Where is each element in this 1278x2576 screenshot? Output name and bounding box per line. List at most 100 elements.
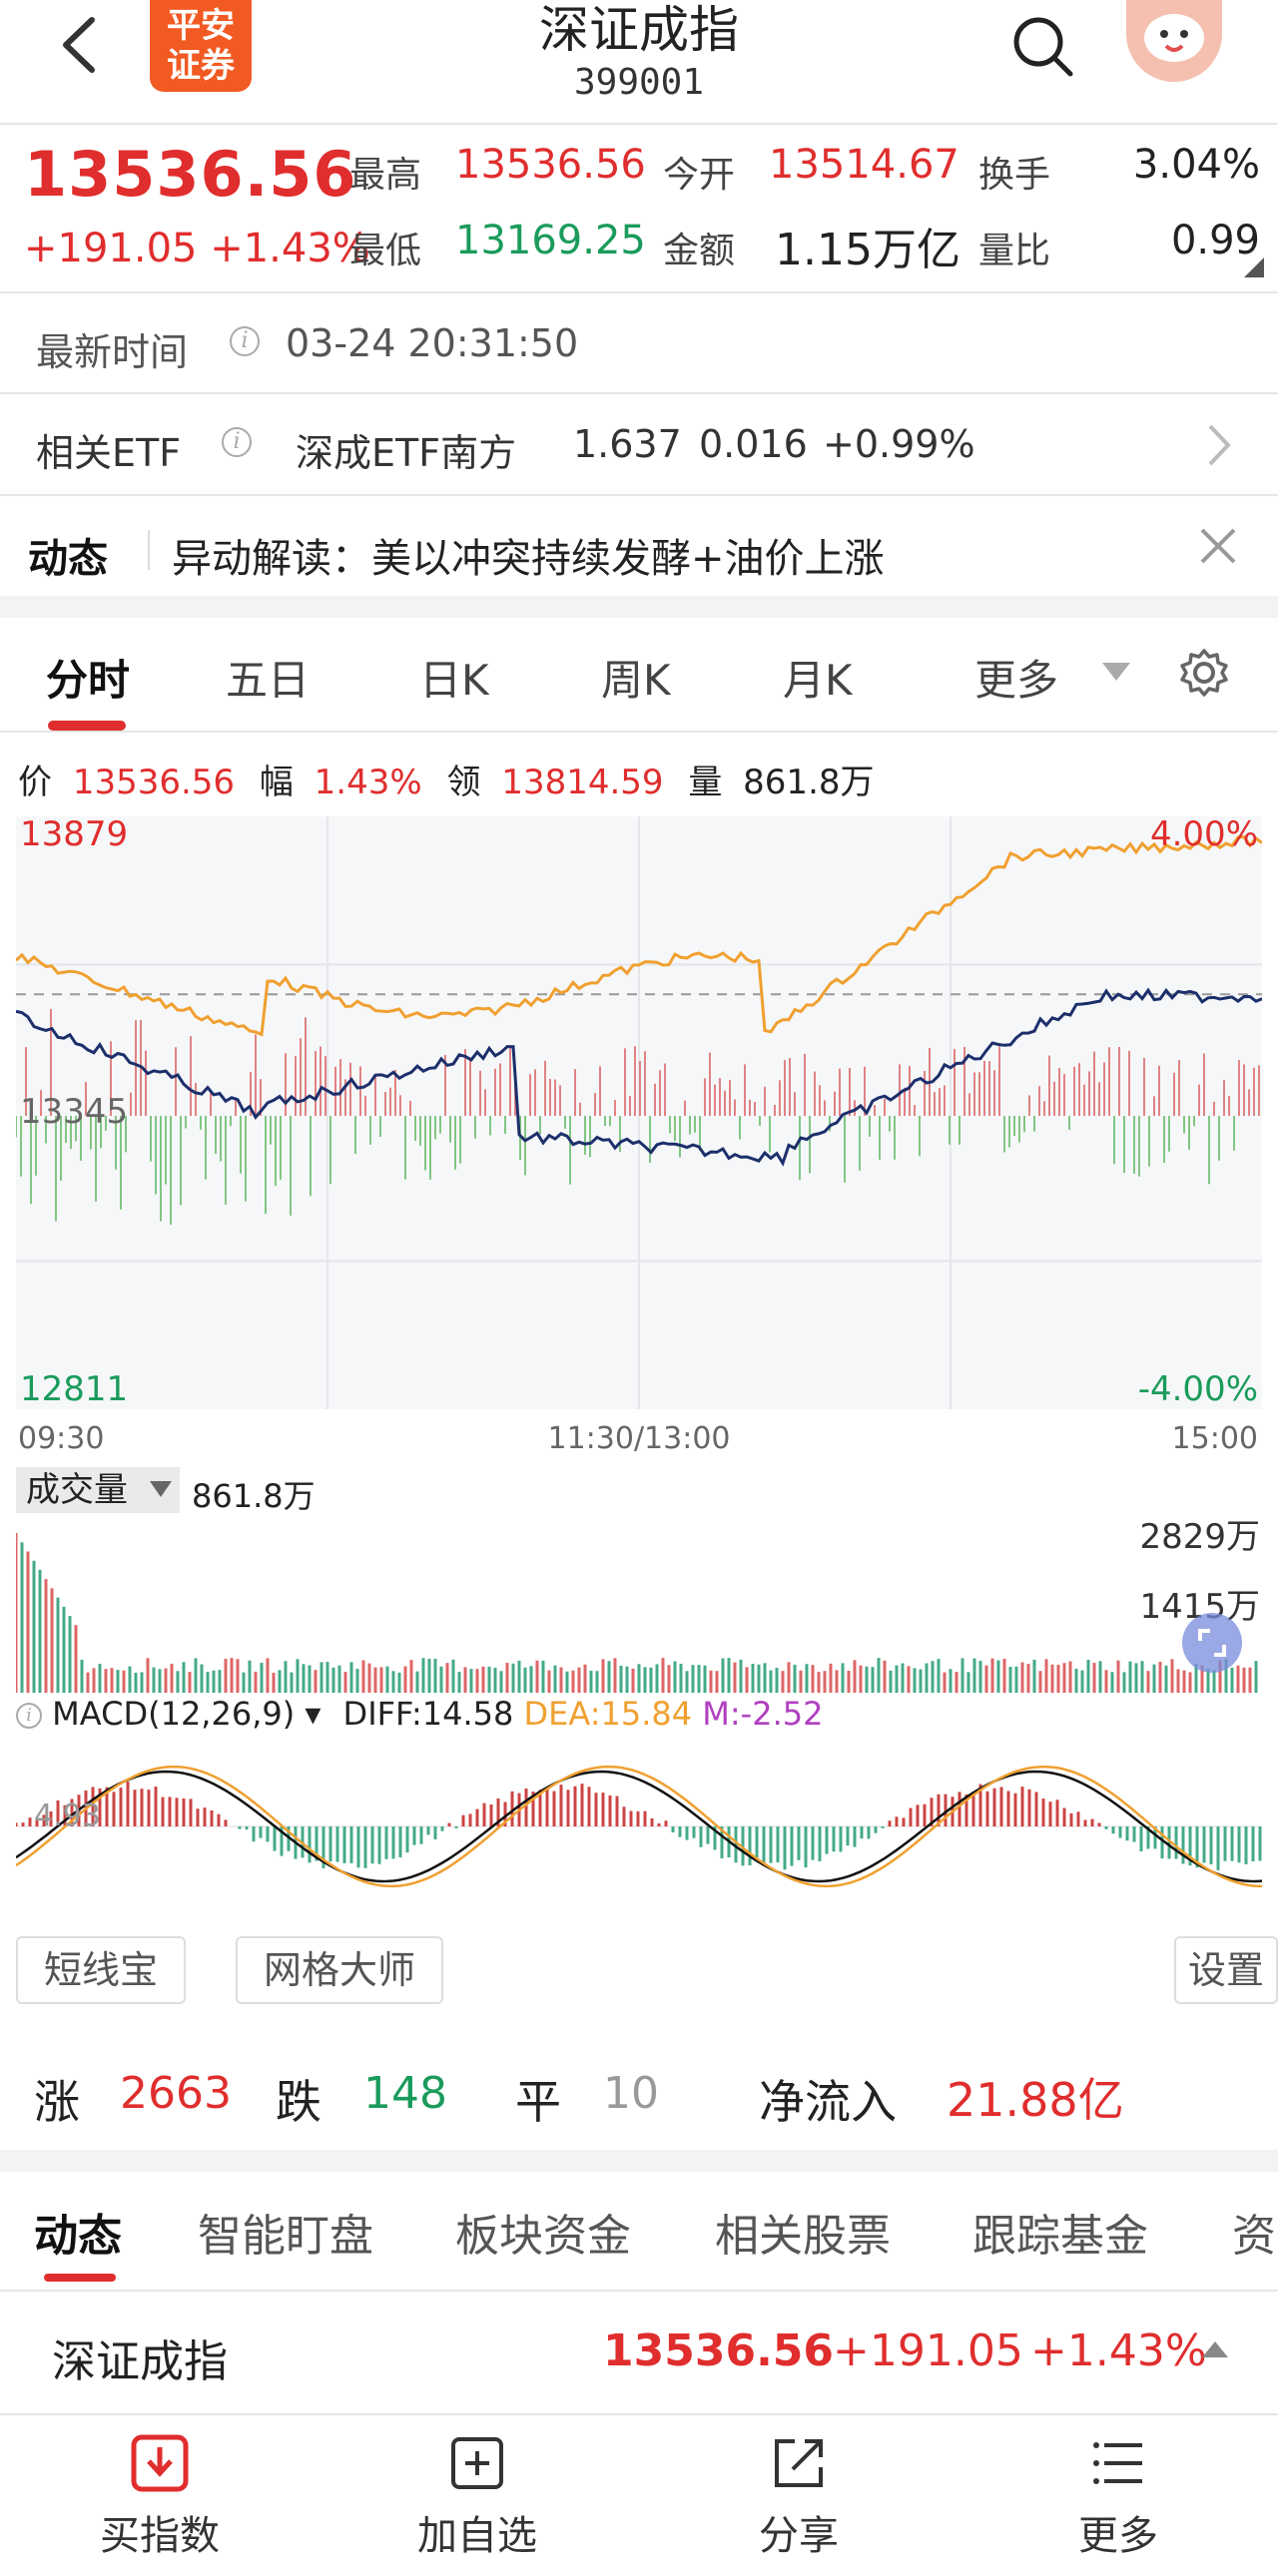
news-label: 动态 — [28, 536, 108, 582]
ticker-name: 深证成指 — [52, 2336, 228, 2387]
amp-value: 1.43% — [314, 763, 422, 802]
tab-tracking-funds[interactable]: 跟踪基金 — [972, 2200, 1148, 2264]
back-arrow-icon[interactable] — [52, 10, 108, 80]
price-label: 价 — [18, 763, 52, 802]
amount-value: 1.15万亿 — [775, 225, 960, 275]
menu-list-icon — [1093, 2442, 1142, 2484]
short-line-button[interactable]: 短线宝 — [16, 1936, 186, 2004]
tab-smart-watch[interactable]: 智能盯盘 — [198, 2200, 373, 2264]
dropdown-triangle-icon[interactable] — [1102, 663, 1130, 683]
intraday-chart-area[interactable] — [14, 816, 1263, 1409]
etf-label: 相关ETF — [36, 431, 182, 475]
flat-label: 平 — [515, 2075, 561, 2129]
amount-label: 金额 — [663, 231, 736, 271]
volume-chart — [14, 1533, 1258, 1693]
volume-value: 861.8万 — [192, 1477, 316, 1515]
lead-value: 13814.59 — [501, 763, 664, 802]
info-icon[interactable]: i — [230, 326, 260, 356]
etf-pct: +0.99% — [823, 422, 975, 466]
broker-logo: 平安证券 — [150, 0, 252, 92]
divider — [0, 123, 1278, 125]
intraday-chart — [14, 816, 1263, 1409]
x-axis-start: 09:30 — [18, 1421, 105, 1456]
pct-axis-top: 4.00% — [1149, 814, 1258, 854]
tab-sector-funds[interactable]: 板块资金 — [455, 2200, 631, 2264]
ticker-change: +191.05 — [833, 2325, 1023, 2376]
tab-week-k[interactable]: 周K — [601, 647, 671, 708]
more-button[interactable]: 更多 — [1018, 2433, 1218, 2561]
gear-icon[interactable] — [1178, 647, 1230, 699]
fullscreen-button[interactable] — [1182, 1613, 1242, 1673]
close-icon[interactable] — [1198, 526, 1238, 566]
tab-month-k[interactable]: 月K — [783, 647, 853, 708]
info-icon[interactable]: i — [16, 1703, 42, 1729]
chart-info-bar: 价 13536.56 幅 1.43% 领 13814.59 量 861.8万 — [18, 755, 875, 803]
macd-axis-label: 4.93 — [34, 1799, 101, 1833]
latest-time-label: 最新时间 — [36, 330, 189, 374]
search-icon[interactable] — [1008, 12, 1078, 82]
etf-price: 1.637 — [573, 422, 682, 466]
open-value: 13514.67 — [769, 142, 959, 188]
news-text: 异动解读：美以冲突持续发酵+油价上涨 — [172, 536, 885, 582]
macd-chart — [14, 1765, 1263, 1888]
up-triangle-icon — [1202, 2341, 1228, 2357]
macd-header[interactable]: i MACD(12,26,9) ▾ DIFF:14.58 DEA:15.84 M… — [16, 1695, 823, 1733]
ticker-strip[interactable]: 深证成指 13536.56 +191.05 +1.43% — [0, 2292, 1278, 2409]
grid-master-button[interactable]: 网格大师 — [236, 1936, 443, 2004]
macd-chart-area[interactable] — [14, 1741, 1263, 1912]
volume-chart-area[interactable] — [14, 1517, 1262, 1693]
volume-selector[interactable]: 成交量 — [16, 1467, 180, 1513]
volume-max: 2829万 — [1139, 1517, 1260, 1557]
tab-day-k[interactable]: 日K — [419, 647, 489, 708]
header: 平安证券 深证成指 399001 — [0, 0, 1278, 125]
etf-row[interactable]: 相关ETF i 深成ETF南方 1.637 0.016 +0.99% — [0, 394, 1278, 494]
dropdown-triangle-icon: ▾ — [305, 1695, 321, 1733]
share-button[interactable]: 分享 — [699, 2433, 899, 2561]
up-label: 涨 — [34, 2075, 80, 2129]
volume-label: 成交量 — [26, 1470, 128, 1510]
divider — [0, 731, 1278, 733]
divider — [148, 530, 150, 570]
add-watchlist-button[interactable]: 加自选 — [377, 2433, 577, 2561]
x-axis-end: 15:00 — [1171, 1421, 1258, 1456]
down-count: 148 — [363, 2068, 447, 2119]
more-label: 更多 — [1078, 2513, 1158, 2559]
etf-change: 0.016 — [699, 422, 808, 466]
x-axis-mid: 11:30/13:00 — [547, 1421, 731, 1456]
tab-truncated[interactable]: 资 — [1232, 2200, 1278, 2264]
tab-intraday[interactable]: 分时 — [46, 647, 130, 708]
tab-five-day[interactable]: 五日 — [226, 647, 310, 708]
info-icon[interactable]: i — [222, 427, 252, 457]
share-label: 分享 — [759, 2513, 839, 2559]
up-count: 2663 — [120, 2068, 232, 2119]
tab-news[interactable]: 动态 — [34, 2200, 122, 2264]
lead-label: 领 — [446, 763, 481, 802]
tab-related-stocks[interactable]: 相关股票 — [715, 2200, 891, 2264]
corner-expand-icon[interactable] — [1244, 258, 1264, 277]
expand-icon — [1198, 1629, 1226, 1657]
plus-square-icon — [451, 2437, 503, 2489]
price-value: 13536.56 — [72, 763, 236, 802]
y-axis-top: 13879 — [20, 814, 129, 854]
down-label: 跌 — [276, 2075, 321, 2129]
inflow-label: 净流入 — [759, 2075, 897, 2129]
macd-diff: DIFF:14.58 — [342, 1695, 514, 1733]
ticker-pct: +1.43% — [1030, 2325, 1207, 2376]
mascot-icon — [1144, 14, 1204, 62]
high-value: 13536.56 — [455, 142, 646, 188]
low-label: 最低 — [349, 231, 422, 271]
last-price: 13536.56 — [24, 138, 357, 211]
y-axis-mid: 13345 — [20, 1092, 129, 1132]
avatar[interactable] — [1126, 0, 1222, 82]
y-axis-bottom: 12811 — [20, 1369, 129, 1409]
settings-button[interactable]: 设置 — [1174, 1936, 1278, 2004]
news-row[interactable]: 动态 异动解读：美以冲突持续发酵+油价上涨 — [0, 496, 1278, 594]
buy-index-button[interactable]: 买指数 — [60, 2433, 260, 2561]
share-icon — [775, 2439, 823, 2487]
add-watchlist-label: 加自选 — [417, 2513, 537, 2559]
tab-more[interactable]: 更多 — [974, 647, 1058, 708]
chevron-right-icon — [1208, 424, 1231, 466]
volratio-label: 量比 — [978, 231, 1051, 271]
inflow-value: 21.88亿 — [947, 2073, 1124, 2127]
buy-index-label: 买指数 — [100, 2513, 220, 2559]
